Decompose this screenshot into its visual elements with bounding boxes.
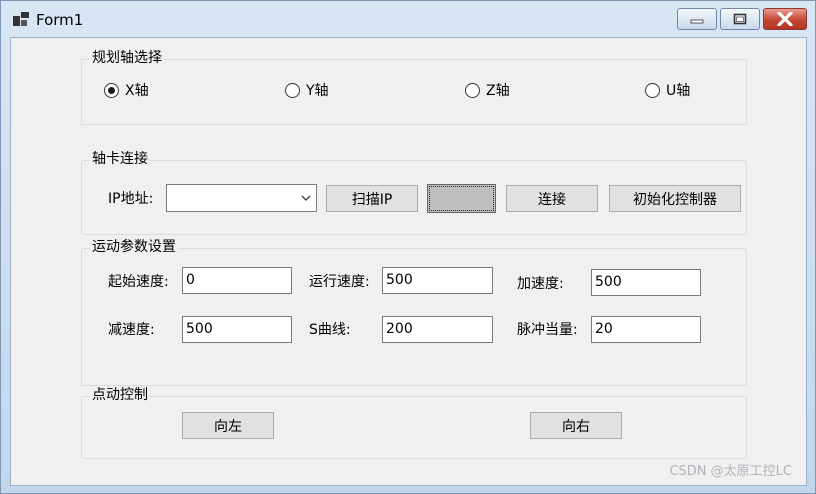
connect-label: 连接 <box>538 191 566 208</box>
minimize-button[interactable] <box>677 8 717 30</box>
radio-z-circle[interactable] <box>465 82 480 98</box>
connect-button[interactable]: 连接 <box>506 185 598 212</box>
ip-combobox[interactable] <box>166 184 317 212</box>
radio-x-label: X轴 <box>125 83 149 99</box>
scan-ip-button[interactable]: 扫描IP <box>326 185 418 212</box>
run-speed-input[interactable]: 500 <box>382 267 493 294</box>
start-speed-input[interactable]: 0 <box>182 267 292 294</box>
connection-title: 轴卡连接 <box>90 150 150 168</box>
jog-control-group: 点动控制 向左 向右 <box>81 386 747 459</box>
maximize-icon <box>733 13 747 25</box>
radio-y-circle[interactable] <box>285 82 300 98</box>
init-controller-button[interactable]: 初始化控制器 <box>609 185 741 212</box>
init-controller-label: 初始化控制器 <box>633 191 717 208</box>
close-button[interactable] <box>763 8 807 30</box>
jog-left-label: 向左 <box>214 418 242 435</box>
minimize-icon <box>690 19 704 24</box>
jog-right-label: 向右 <box>562 418 590 435</box>
accel-label: 加速度: <box>517 276 564 292</box>
radio-z-label: Z轴 <box>486 83 510 99</box>
connection-group: 轴卡连接 IP地址: 扫描IP 连接 初始化控制器 <box>81 150 747 235</box>
client-area: 规划轴选择 X轴 Y轴 Z轴 U轴 轴卡连接 IP地址: 扫描IP 连接 初始化… <box>10 37 807 486</box>
start-speed-label: 起始速度: <box>108 274 169 290</box>
accel-input[interactable]: 500 <box>591 269 701 296</box>
decel-label: 减速度: <box>108 322 155 338</box>
ip-label: IP地址: <box>108 191 154 207</box>
app-icon <box>13 12 29 26</box>
decel-input[interactable]: 500 <box>182 316 292 343</box>
window-title: Form1 <box>36 11 84 29</box>
radio-u-circle[interactable] <box>645 82 660 98</box>
form-window: Form1 规划轴选择 X轴 Y轴 Z轴 U轴 轴卡连接 IP地址: 扫描IP … <box>0 0 816 494</box>
motion-params-title: 运动参数设置 <box>90 238 178 256</box>
motion-params-group: 运动参数设置 起始速度: 0 运行速度: 500 加速度: 500 减速度: 5… <box>81 238 747 386</box>
chevron-down-icon[interactable] <box>300 193 312 203</box>
axis-select-group: 规划轴选择 X轴 Y轴 Z轴 U轴 <box>81 49 747 125</box>
jog-left-button[interactable]: 向左 <box>182 412 274 439</box>
radio-y-label: Y轴 <box>306 83 329 99</box>
jog-right-button[interactable]: 向右 <box>530 412 622 439</box>
radio-y-axis[interactable]: Y轴 <box>285 80 329 100</box>
watermark: CSDN @太原工控LC <box>669 464 792 479</box>
scurve-label: S曲线: <box>309 322 351 338</box>
radio-u-axis[interactable]: U轴 <box>645 80 690 100</box>
scan-ip-label: 扫描IP <box>351 191 393 208</box>
radio-z-axis[interactable]: Z轴 <box>465 80 510 100</box>
run-speed-label: 运行速度: <box>309 274 370 290</box>
pulse-equiv-label: 脉冲当量: <box>517 322 578 338</box>
axis-select-title: 规划轴选择 <box>90 49 164 67</box>
title-bar[interactable]: Form1 <box>1 1 816 37</box>
pulse-equiv-input[interactable]: 20 <box>591 316 701 343</box>
jog-control-title: 点动控制 <box>90 386 150 404</box>
radio-u-label: U轴 <box>666 83 691 99</box>
maximize-button[interactable] <box>720 8 760 30</box>
radio-x-circle[interactable] <box>104 82 119 98</box>
radio-x-axis[interactable]: X轴 <box>104 80 149 100</box>
close-icon <box>777 12 793 26</box>
scurve-input[interactable]: 200 <box>382 316 493 343</box>
blank-button[interactable] <box>427 184 496 213</box>
